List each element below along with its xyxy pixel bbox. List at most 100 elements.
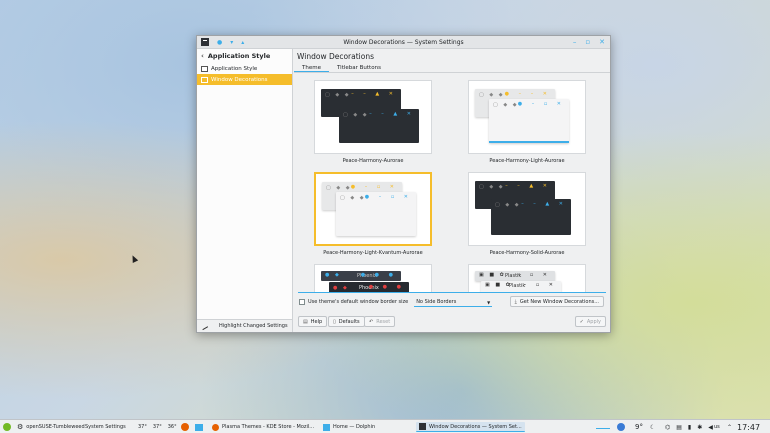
theme-preview: ▢ ◆ ◆ ● – – ✕ ▢ ◆ ◆ ● – ▫ ✕	[468, 80, 586, 154]
sidebar-item-label: Application Style	[211, 65, 258, 72]
pager-icon	[596, 425, 610, 429]
system-tray: ⌬ ▤ ▮ ✱ ◀	[665, 422, 713, 432]
get-new-label: Get New Window Decorations...	[519, 298, 599, 305]
clipboard-icon[interactable]: ▤	[676, 424, 682, 431]
temp-3: 36°	[167, 424, 177, 430]
theme-name: Peace-Harmony-Solid-Aurorae	[489, 250, 565, 256]
keyboard-layout[interactable]: us	[714, 422, 720, 432]
theme-preview: ● ◆ Phoenix ● ● ● ● ◆ Phoenix ● ● ●	[314, 264, 432, 292]
network-icon[interactable]: ⌬	[665, 424, 670, 431]
theme-card-peace-harmony-light-kvantum-aurorae[interactable]: ▢ ◆ ◆ ● – ▫ ✕ ▢ ◆ ◆ ● – ▫ ✕ Peace-Harmony-…	[314, 172, 432, 256]
use-default-border-label: Use theme's default window border size	[308, 299, 409, 305]
clock-time: 17:47	[737, 422, 761, 432]
window-icon	[201, 76, 208, 83]
theme-name: Peace-Harmony-Light-Kvantum-Aurorae	[323, 250, 423, 256]
task-firefox[interactable]: Plasma Themes - KDE Store - Mozil...	[209, 422, 317, 432]
page-title: Window Decorations	[297, 52, 375, 61]
theme-preview: ▣ ■ ✿ Plastik – ▫ ✕ ▣ ■ ✿ Plastik – ▫ ✕	[468, 264, 586, 292]
border-size-value: No Side Borders	[416, 298, 457, 305]
help-icon: ▤	[303, 318, 308, 325]
mouse-cursor	[129, 254, 139, 263]
theme-preview: ▢ ◆ ◆ – – ▲ ✕ ▢ ◆ ◆ – – ▲ ✕	[314, 80, 432, 154]
theme-card-peace-harmony-aurorae[interactable]: ▢ ◆ ◆ – – ▲ ✕ ▢ ◆ ◆ – – ▲ ✕ Peace-Harmony-…	[314, 80, 432, 164]
window-title: Window Decorations — System Settings	[343, 39, 464, 46]
battery-icon[interactable]: ▮	[688, 424, 691, 431]
reset-button[interactable]: ↶ Reset	[364, 316, 396, 327]
folder-icon	[195, 423, 203, 431]
reset-label: Reset	[376, 318, 391, 325]
settings-icon	[419, 423, 426, 430]
firefox-icon	[181, 423, 189, 431]
main-panel: Window Decorations Theme Titlebar Button…	[294, 49, 610, 332]
minimize-button[interactable]: –	[573, 38, 577, 46]
window-title-widget: System Settings	[85, 422, 126, 432]
taskbar: ⚙ openSUSE-Tumbleweed System Settings 37…	[0, 419, 770, 433]
pager[interactable]	[596, 422, 610, 432]
theme-name: Peace-Harmony-Aurorae	[342, 158, 404, 164]
border-size-select[interactable]: No Side Borders ▼	[414, 298, 493, 307]
moon-icon: ☾	[650, 423, 656, 431]
sidebar-header-label: Application Style	[207, 52, 271, 60]
activity-label: openSUSE-Tumbleweed	[26, 424, 85, 430]
theme-preview: ▢ ◆ ◆ ● – ▫ ✕ ▢ ◆ ◆ ● – ▫ ✕	[314, 172, 432, 246]
highlight-label: Highlight Changed Settings	[219, 323, 288, 329]
system-settings-window: ● ▾ ▴ Window Decorations — System Settin…	[196, 35, 611, 333]
task-label: Home — Dolphin	[333, 424, 376, 430]
get-new-decorations-button[interactable]: ⤓ Get New Window Decorations...	[509, 296, 604, 307]
chevron-down-icon: ▼	[487, 299, 491, 305]
globe-icon	[617, 423, 625, 431]
digital-clock[interactable]: 17:47	[737, 422, 760, 432]
theme-card-phoenix[interactable]: ● ◆ Phoenix ● ● ● ● ◆ Phoenix ● ● ●	[314, 264, 432, 292]
bluetooth-icon[interactable]: ✱	[697, 424, 702, 431]
undo-icon: ↶	[369, 318, 374, 325]
tray-expand[interactable]: ⌃	[727, 422, 732, 432]
pinned-firefox[interactable]	[181, 422, 189, 432]
firefox-icon	[212, 423, 219, 431]
active-app-label: System Settings	[85, 424, 126, 430]
apply-label: Apply	[586, 318, 601, 325]
sidebar-item-window-decorations[interactable]: Window Decorations	[197, 74, 292, 85]
opensuse-logo-icon	[3, 423, 11, 431]
temp-1: 37°	[138, 424, 147, 430]
sidebar-header: ‹ Application Style	[197, 49, 292, 63]
apply-button[interactable]: ✓ Apply	[574, 316, 606, 327]
theme-grid[interactable]: ▢ ◆ ◆ – – ▲ ✕ ▢ ◆ ◆ – – ▲ ✕ Peace-Harmony-…	[298, 75, 606, 293]
download-icon: ⤓	[514, 298, 517, 305]
theme-card-plastik[interactable]: ▣ ■ ✿ Plastik – ▫ ✕ ▣ ■ ✿ Plastik – ▫ ✕	[468, 264, 586, 292]
theme-name: Peace-Harmony-Light-Aurorae	[489, 158, 565, 164]
weather-temp: 9°	[635, 423, 643, 431]
activity-switcher[interactable]: ⚙ openSUSE-Tumbleweed	[17, 422, 85, 432]
task-system-settings[interactable]: Window Decorations — System Set...	[416, 422, 525, 432]
theme-card-peace-harmony-solid-aurorae[interactable]: ▢ ◆ ◆ – – ▲ ✕ ▢ ◆ ◆ – – ▲ ✕ Peace-Harmony-…	[468, 172, 586, 256]
document-icon: ▯	[333, 318, 336, 325]
chevron-up-icon: ⌃	[727, 423, 733, 431]
theme-card-peace-harmony-light-aurorae[interactable]: ▢ ◆ ◆ ● – – ✕ ▢ ◆ ◆ ● – ▫ ✕ Peace-Harmony-…	[468, 80, 586, 164]
maximize-button[interactable]: ▫	[585, 38, 590, 46]
close-button[interactable]: ✕	[599, 38, 605, 46]
highlighter-icon	[199, 321, 209, 331]
tray-globe[interactable]	[617, 422, 625, 432]
task-dolphin[interactable]: Home — Dolphin	[320, 422, 378, 432]
sidebar-item-application-style[interactable]: Application Style	[197, 63, 292, 74]
folder-icon	[323, 423, 330, 431]
theme-preview: ▢ ◆ ◆ – – ▲ ✕ ▢ ◆ ◆ – – ▲ ✕	[468, 172, 586, 246]
volume-icon[interactable]: ◀	[708, 424, 713, 431]
tray-night-light[interactable]: ☾	[650, 422, 655, 432]
checkmark-icon: ✓	[579, 318, 584, 325]
tab-titlebar-buttons[interactable]: Titlebar Buttons	[329, 63, 389, 72]
pinned-dolphin[interactable]	[195, 422, 203, 432]
use-default-border-checkbox[interactable]	[299, 299, 305, 305]
highlight-changed-settings-button[interactable]: Highlight Changed Settings	[197, 319, 292, 332]
application-launcher[interactable]	[3, 422, 11, 432]
sidebar-item-label: Window Decorations	[211, 76, 268, 83]
defaults-button[interactable]: ▯ Defaults	[328, 316, 365, 327]
footer-buttons: ▤ Help ▯ Defaults ↶ Reset ✓ Apply	[294, 316, 610, 328]
defaults-label: Defaults	[338, 318, 360, 325]
tab-theme[interactable]: Theme	[294, 63, 329, 72]
weather-widget[interactable]: 9°	[635, 422, 643, 432]
tab-bar: Theme Titlebar Buttons	[294, 63, 610, 73]
help-button[interactable]: ▤ Help	[298, 316, 328, 327]
back-arrow-icon[interactable]: ‹	[201, 52, 204, 60]
titlebar[interactable]: ● ▾ ▴ Window Decorations — System Settin…	[197, 36, 610, 49]
temp-2: 37°	[152, 424, 162, 430]
